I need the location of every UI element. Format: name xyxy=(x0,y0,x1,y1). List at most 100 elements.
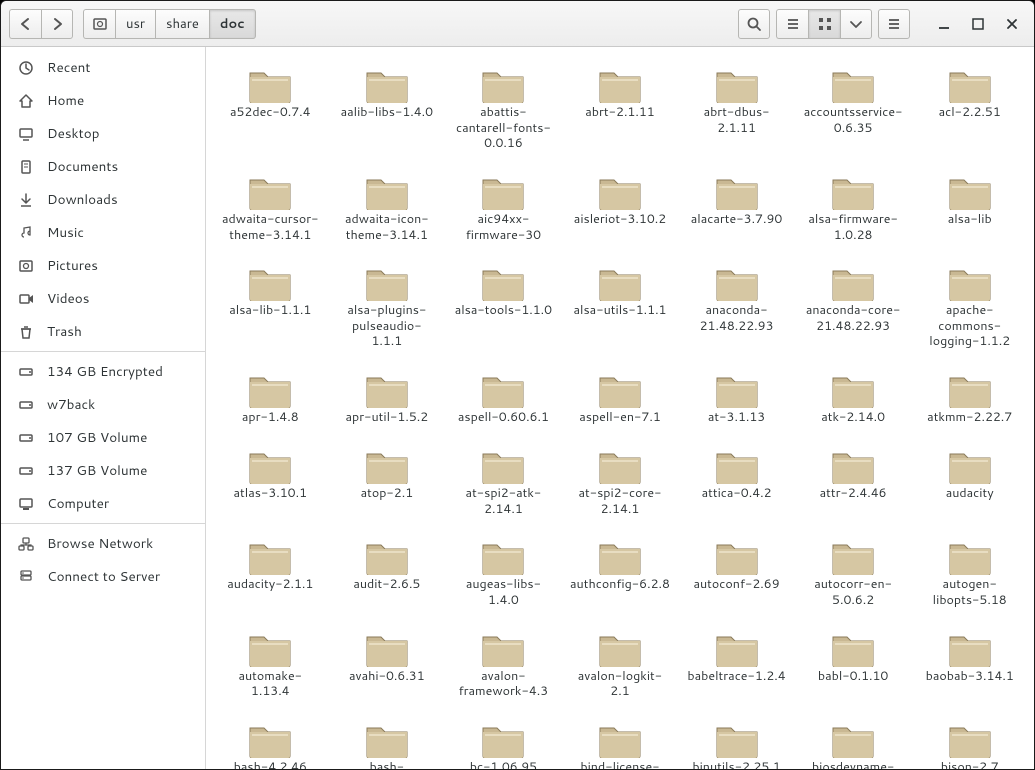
folder-item[interactable]: anaconda-21.48.22.93 xyxy=(680,257,793,360)
folder-item[interactable]: alsa-tools-1.1.0 xyxy=(447,257,560,360)
folder-item[interactable]: abattis-cantarell-fonts-0.0.16 xyxy=(447,59,560,162)
folder-icon xyxy=(479,444,527,484)
folder-label: bash- xyxy=(370,760,405,769)
folder-item[interactable]: bison-2.7 xyxy=(913,714,1026,769)
folder-item[interactable]: autoconf-2.69 xyxy=(680,531,793,618)
search-button[interactable] xyxy=(738,9,770,39)
sidebar-item-downloads[interactable]: Downloads xyxy=(1,183,205,216)
folder-item[interactable]: adwaita-icon-theme-3.14.1 xyxy=(331,166,444,253)
folder-item[interactable]: alacarte-3.7.90 xyxy=(680,166,793,253)
folder-item[interactable]: atkmm-2.22.7 xyxy=(913,364,1026,436)
folder-item[interactable]: biosdevname- xyxy=(797,714,910,769)
sidebar-item-connect-to-server[interactable]: Connect to Server xyxy=(1,560,205,593)
folder-item[interactable]: aspell-en-7.1 xyxy=(564,364,677,436)
sidebar-item-label: Browse Network xyxy=(47,534,153,553)
folder-item[interactable]: aic94xx-firmware-30 xyxy=(447,166,560,253)
folder-icon xyxy=(596,261,644,301)
folder-item[interactable]: alsa-lib-1.1.1 xyxy=(214,257,327,360)
folder-item[interactable]: anaconda-core-21.48.22.93 xyxy=(797,257,910,360)
folder-icon xyxy=(713,718,761,758)
sidebar-item-134-gb-encrypted[interactable]: 134 GB Encrypted xyxy=(1,355,205,388)
sidebar-item-home[interactable]: Home xyxy=(1,84,205,117)
sidebar-item-documents[interactable]: Documents xyxy=(1,150,205,183)
folder-item[interactable]: atk-2.14.0 xyxy=(797,364,910,436)
folder-item[interactable]: at-3.1.13 xyxy=(680,364,793,436)
folder-item[interactable]: bash- xyxy=(331,714,444,769)
folder-item[interactable]: bind-license- xyxy=(564,714,677,769)
breadcrumb-segment-usr[interactable]: usr xyxy=(115,9,155,39)
breadcrumb-segment-share[interactable]: share xyxy=(155,9,209,39)
folder-label: avalon-framework-4.3 xyxy=(453,669,553,700)
sidebar-item-videos[interactable]: Videos xyxy=(1,282,205,315)
close-button[interactable] xyxy=(998,11,1026,37)
sidebar-item-computer[interactable]: Computer xyxy=(1,487,205,520)
sidebar-item-107-gb-volume[interactable]: 107 GB Volume xyxy=(1,421,205,454)
folder-item[interactable]: apache-commons-logging-1.1.2 xyxy=(913,257,1026,360)
view-options-button[interactable] xyxy=(840,9,872,39)
body: RecentHomeDesktopDocumentsDownloadsMusic… xyxy=(1,47,1034,769)
sidebar-item-desktop[interactable]: Desktop xyxy=(1,117,205,150)
folder-item[interactable]: at-spi2-core-2.14.1 xyxy=(564,440,677,527)
folder-item[interactable]: adwaita-cursor-theme-3.14.1 xyxy=(214,166,327,253)
folder-item[interactable]: atop-2.1 xyxy=(331,440,444,527)
folder-item[interactable]: avahi-0.6.31 xyxy=(331,623,444,710)
folder-item[interactable]: accountsservice-0.6.35 xyxy=(797,59,910,162)
folder-item[interactable]: bash-4.2.46 xyxy=(214,714,327,769)
folder-item[interactable]: automake-1.13.4 xyxy=(214,623,327,710)
folder-item[interactable]: authconfig-6.2.8 xyxy=(564,531,677,618)
forward-button[interactable] xyxy=(41,9,73,39)
folder-item[interactable]: aalib-libs-1.4.0 xyxy=(331,59,444,162)
sidebar-item-137-gb-volume[interactable]: 137 GB Volume xyxy=(1,454,205,487)
folder-item[interactable]: a52dec-0.7.4 xyxy=(214,59,327,162)
folder-item[interactable]: attr-2.4.46 xyxy=(797,440,910,527)
folder-item[interactable]: augeas-libs-1.4.0 xyxy=(447,531,560,618)
breadcrumb-root[interactable] xyxy=(83,9,115,39)
folder-item[interactable]: abrt-dbus-2.1.11 xyxy=(680,59,793,162)
folder-item[interactable]: apr-util-1.5.2 xyxy=(331,364,444,436)
folder-item[interactable]: alsa-plugins-pulseaudio-1.1.1 xyxy=(331,257,444,360)
sidebar-item-w7back[interactable]: w7back xyxy=(1,388,205,421)
maximize-button[interactable] xyxy=(964,11,992,37)
folder-icon xyxy=(246,170,294,210)
folder-item[interactable]: at-spi2-atk-2.14.1 xyxy=(447,440,560,527)
folder-item[interactable]: babeltrace-1.2.4 xyxy=(680,623,793,710)
breadcrumb: usrsharedoc xyxy=(83,9,256,39)
folder-icon xyxy=(596,368,644,408)
folder-item[interactable]: autocorr-en-5.0.6.2 xyxy=(797,531,910,618)
folder-icon xyxy=(363,368,411,408)
sidebar-item-recent[interactable]: Recent xyxy=(1,51,205,84)
folder-item[interactable]: abrt-2.1.11 xyxy=(564,59,677,162)
folder-item[interactable]: aisleriot-3.10.2 xyxy=(564,166,677,253)
folder-item[interactable]: bc-1.06.95 xyxy=(447,714,560,769)
folder-item[interactable]: autogen-libopts-5.18 xyxy=(913,531,1026,618)
folder-icon xyxy=(246,261,294,301)
folder-item[interactable]: atlas-3.10.1 xyxy=(214,440,327,527)
folder-item[interactable]: alsa-utils-1.1.1 xyxy=(564,257,677,360)
folder-item[interactable]: avalon-logkit-2.1 xyxy=(564,623,677,710)
folder-item[interactable]: audacity-2.1.1 xyxy=(214,531,327,618)
folder-item[interactable]: alsa-lib xyxy=(913,166,1026,253)
folder-item[interactable]: avalon-framework-4.3 xyxy=(447,623,560,710)
hamburger-menu-button[interactable] xyxy=(878,9,910,39)
folder-label: acl-2.2.51 xyxy=(939,105,1001,121)
sidebar-item-trash[interactable]: Trash xyxy=(1,315,205,348)
folder-item[interactable]: baobab-3.14.1 xyxy=(913,623,1026,710)
sidebar-item-browse-network[interactable]: Browse Network xyxy=(1,527,205,560)
folder-item[interactable]: attica-0.4.2 xyxy=(680,440,793,527)
grid-view-button[interactable] xyxy=(808,9,840,39)
breadcrumb-segment-doc[interactable]: doc xyxy=(209,9,256,39)
folder-item[interactable]: apr-1.4.8 xyxy=(214,364,327,436)
folder-item[interactable]: audit-2.6.5 xyxy=(331,531,444,618)
sidebar-item-music[interactable]: Music xyxy=(1,216,205,249)
back-button[interactable] xyxy=(9,9,41,39)
folder-item[interactable]: acl-2.2.51 xyxy=(913,59,1026,162)
folder-item[interactable]: audacity xyxy=(913,440,1026,527)
sidebar-item-pictures[interactable]: Pictures xyxy=(1,249,205,282)
folder-item[interactable]: alsa-firmware-1.0.28 xyxy=(797,166,910,253)
folder-item[interactable]: binutils-2.25.1 xyxy=(680,714,793,769)
list-view-button[interactable] xyxy=(776,9,808,39)
folder-item[interactable]: aspell-0.60.6.1 xyxy=(447,364,560,436)
content-area[interactable]: a52dec-0.7.4aalib-libs-1.4.0abattis-cant… xyxy=(206,47,1034,769)
minimize-button[interactable] xyxy=(930,11,958,37)
folder-item[interactable]: babl-0.1.10 xyxy=(797,623,910,710)
